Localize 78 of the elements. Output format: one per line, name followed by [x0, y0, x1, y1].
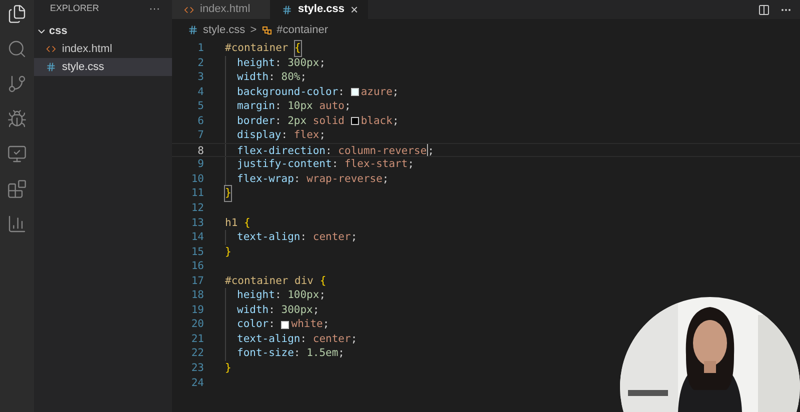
line-number: 1	[196, 41, 204, 56]
line-number: 14	[190, 230, 204, 245]
line-number: 7	[196, 128, 204, 143]
line-number: 13	[190, 216, 204, 230]
blocks-icon[interactable]	[7, 179, 27, 199]
code-line: width: 300px;	[225, 302, 320, 318]
line-number: 20	[190, 317, 204, 332]
editor-tab[interactable]: index.html	[172, 0, 270, 19]
line-number: 6	[196, 114, 204, 128]
monitor-icon[interactable]	[7, 144, 27, 164]
color-swatch[interactable]	[281, 320, 290, 329]
code-line: display: flex;	[225, 128, 326, 143]
code-line: }	[225, 186, 232, 202]
code-line: margin: 10px auto;	[225, 99, 351, 114]
split-editor-icon[interactable]	[758, 4, 770, 16]
tab-label: index.html	[200, 2, 250, 18]
code-line: #container div {	[225, 274, 326, 288]
line-number: 11	[190, 186, 204, 202]
code-line: }	[225, 361, 232, 376]
editor-tab[interactable]: style.css ×	[270, 0, 368, 19]
code-line: border: 2px solid black;	[225, 114, 399, 128]
code-line: background-color: azure;	[225, 84, 399, 100]
line-number: 10	[190, 172, 204, 186]
color-swatch[interactable]	[350, 88, 359, 96]
code-line: color: white;	[225, 317, 330, 332]
search-icon[interactable]	[7, 39, 27, 59]
code-line: flex-wrap: wrap-reverse;	[225, 172, 389, 186]
line-number: 3	[196, 70, 204, 85]
code-line: height: 100px;	[225, 288, 326, 303]
line-number: 17	[190, 274, 204, 288]
folder-item[interactable]: css	[34, 22, 172, 40]
line-number: 22	[190, 346, 204, 362]
breadcrumb-file[interactable]: style.css	[203, 22, 246, 38]
line-number: 2	[196, 56, 204, 70]
files-icon[interactable]	[7, 4, 27, 24]
symbol-icon	[262, 25, 272, 35]
more-button[interactable]: ···	[149, 0, 160, 18]
code-line: justify-content: flex-start;	[225, 157, 414, 172]
hash-icon	[188, 25, 198, 35]
breadcrumb-symbol[interactable]: #container	[276, 22, 328, 38]
file-name: style.css	[62, 60, 104, 75]
color-swatch[interactable]	[350, 117, 359, 125]
code-line: h1 {	[225, 216, 250, 230]
explorer-title: EXPLORER	[50, 2, 100, 16]
branch-icon[interactable]	[7, 74, 27, 94]
line-number: 12	[190, 201, 204, 216]
bug-icon[interactable]	[7, 109, 27, 129]
file-item[interactable]: index.html	[34, 40, 172, 58]
line-number: 24	[190, 376, 204, 390]
code-icon	[184, 4, 194, 14]
breadcrumb-separator: >	[250, 22, 257, 38]
line-number: 18	[190, 288, 204, 303]
line-number: 5	[196, 99, 204, 114]
line-number: 21	[190, 332, 204, 346]
line-number: 4	[196, 84, 204, 100]
line-number: 19	[190, 302, 204, 318]
line-number: 15	[190, 244, 204, 260]
code-line: #container {	[225, 41, 301, 56]
code-line: flex-direction: column-reverse;	[225, 144, 434, 156]
code-line: text-align: center;	[225, 332, 358, 346]
code-line: }	[225, 244, 232, 260]
close-button[interactable]: ×	[350, 3, 358, 16]
line-number: 23	[190, 361, 204, 376]
file-item[interactable]: style.css	[34, 58, 172, 76]
line-number: 9	[196, 157, 204, 172]
file-name: index.html	[62, 42, 112, 57]
code-line: height: 300px;	[225, 56, 326, 70]
code-line: font-size: 1.5em;	[225, 346, 344, 362]
code-icon	[46, 44, 56, 54]
code-line: text-align: center;	[225, 230, 358, 245]
line-number: 8	[196, 144, 204, 156]
tab-label: style.css	[298, 2, 344, 18]
hash-icon	[46, 62, 56, 72]
folder-name: css	[49, 24, 68, 39]
line-number: 16	[190, 259, 204, 274]
bar-chart-icon[interactable]	[7, 214, 27, 234]
hash-icon	[282, 4, 292, 14]
code-line: width: 80%;	[225, 70, 307, 85]
